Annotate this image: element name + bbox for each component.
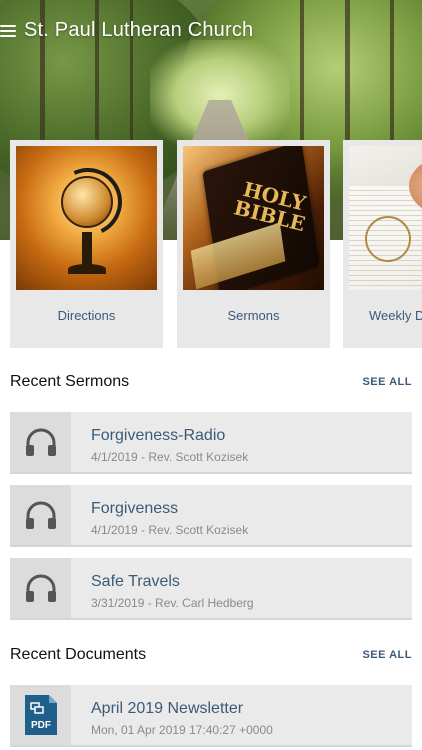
document-list-item[interactable]: PDF April 2019 Newsletter Mon, 01 Apr 20… [10,685,412,747]
quick-links-carousel[interactable]: Directions HOLY BIBLE Sermons Weekly De [10,140,422,350]
newspaper-glasses-image [349,146,422,290]
see-all-sermons-link[interactable]: SEE ALL [362,376,412,388]
section-title: Recent Sermons [10,373,130,390]
sermon-meta: 4/1/2019 - Rev. Scott Kozisek [91,450,249,464]
card-directions[interactable]: Directions [10,140,163,348]
see-all-documents-link[interactable]: SEE ALL [362,649,412,661]
document-title: April 2019 Newsletter [91,700,244,717]
headphones-icon [10,485,71,545]
sermon-list-item[interactable]: Forgiveness 4/1/2019 - Rev. Scott Kozise… [10,485,412,547]
pdf-document-icon: PDF [10,685,71,745]
recent-sermons-header: Recent Sermons SEE ALL [10,370,412,394]
sermon-title: Forgiveness [91,500,179,517]
top-bar: St. Paul Lutheran Church [0,14,253,46]
sermon-title: Safe Travels [91,573,180,590]
app-title: St. Paul Lutheran Church [24,18,254,41]
sermon-list-item[interactable]: Forgiveness-Radio 4/1/2019 - Rev. Scott … [10,412,412,474]
card-label: Directions [57,308,116,323]
headphones-icon [10,558,71,618]
section-title: Recent Documents [10,646,147,663]
recent-documents-header: Recent Documents SEE ALL [10,643,412,667]
sermon-meta: 3/31/2019 - Rev. Carl Hedberg [91,596,254,610]
card-label: Sermons [227,308,280,323]
pdf-label: PDF [31,720,51,731]
card-weekly[interactable]: Weekly De [343,140,422,348]
card-sermons[interactable]: HOLY BIBLE Sermons [177,140,330,348]
sermon-title: Forgiveness-Radio [91,427,226,444]
sermon-meta: 4/1/2019 - Rev. Scott Kozisek [91,523,249,537]
hamburger-menu-icon[interactable] [0,23,18,37]
document-meta: Mon, 01 Apr 2019 17:40:27 +0000 [91,723,273,737]
sermon-list-item[interactable]: Safe Travels 3/31/2019 - Rev. Carl Hedbe… [10,558,412,620]
holy-bible-image: HOLY BIBLE [183,146,324,290]
globe-image [16,146,157,290]
headphones-icon [10,412,71,472]
card-label: Weekly De [369,308,422,323]
